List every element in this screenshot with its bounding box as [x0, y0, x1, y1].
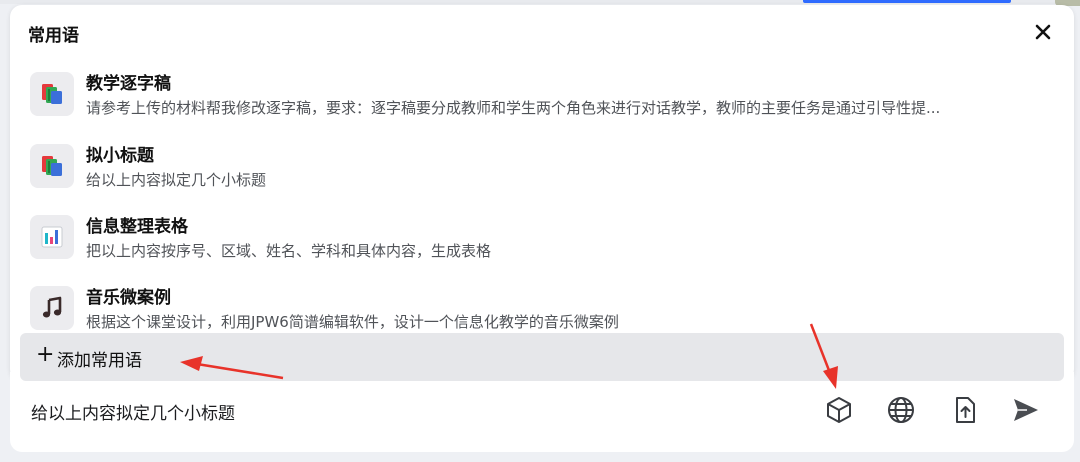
phrase-description: 请参考上传的材料帮我修改逐字稿，要求：逐字稿要分成教师和学生两个角色来进行对话教… — [86, 99, 941, 117]
add-phrase-label: 添加常用语 — [57, 351, 142, 371]
web-search-button[interactable] — [884, 393, 918, 427]
upload-file-button[interactable] — [947, 393, 981, 427]
globe-icon — [888, 397, 914, 423]
chat-input-area: 给以上内容拟定几个小标题 — [10, 372, 1074, 452]
background-blue-tab — [803, 0, 1011, 3]
phrase-title: 音乐微案例 — [86, 288, 171, 308]
phrase-title: 教学逐字稿 — [86, 74, 171, 94]
phrase-title: 信息整理表格 — [86, 217, 188, 237]
phrase-description: 把以上内容按序号、区域、姓名、学科和具体内容，生成表格 — [86, 242, 492, 260]
phrase-title: 拟小标题 — [86, 146, 154, 166]
books-icon — [42, 156, 62, 176]
phrase-item-subtitles[interactable]: 拟小标题 给以上内容拟定几个小标题 — [30, 141, 1050, 203]
plus-icon: + — [36, 342, 55, 367]
close-button[interactable] — [1030, 19, 1056, 45]
add-phrase-button[interactable]: + 添加常用语 — [20, 333, 1064, 381]
cube-icon — [827, 397, 851, 423]
send-button[interactable] — [1009, 393, 1043, 427]
phrase-description: 根据这个课堂设计，利用JPW6简谱编辑软件，设计一个信息化教学的音乐微案例 — [86, 313, 619, 331]
message-input[interactable]: 给以上内容拟定几个小标题 — [31, 399, 235, 424]
phrase-icon-box — [30, 286, 74, 330]
send-icon — [1014, 399, 1038, 421]
music-note-icon — [42, 296, 62, 318]
close-icon — [1035, 24, 1051, 40]
model-button[interactable] — [822, 393, 856, 427]
panel-title: 常用语 — [28, 26, 79, 46]
phrase-icon-box — [30, 144, 74, 188]
phrase-icon-box — [30, 72, 74, 116]
bar-chart-icon — [41, 226, 63, 248]
common-phrases-panel: 常用语 教学逐字稿 请参考上传的材料帮我修改逐字稿，要求：逐字稿要分成教师和学生… — [10, 5, 1074, 381]
phrase-item-info-table[interactable]: 信息整理表格 把以上内容按序号、区域、姓名、学科和具体内容，生成表格 — [30, 212, 1050, 274]
file-upload-icon — [956, 397, 975, 423]
phrase-icon-box — [30, 215, 74, 259]
books-icon — [42, 84, 62, 104]
phrase-item-teaching-script[interactable]: 教学逐字稿 请参考上传的材料帮我修改逐字稿，要求：逐字稿要分成教师和学生两个角色… — [30, 69, 1050, 131]
phrase-description: 给以上内容拟定几个小标题 — [86, 171, 267, 189]
